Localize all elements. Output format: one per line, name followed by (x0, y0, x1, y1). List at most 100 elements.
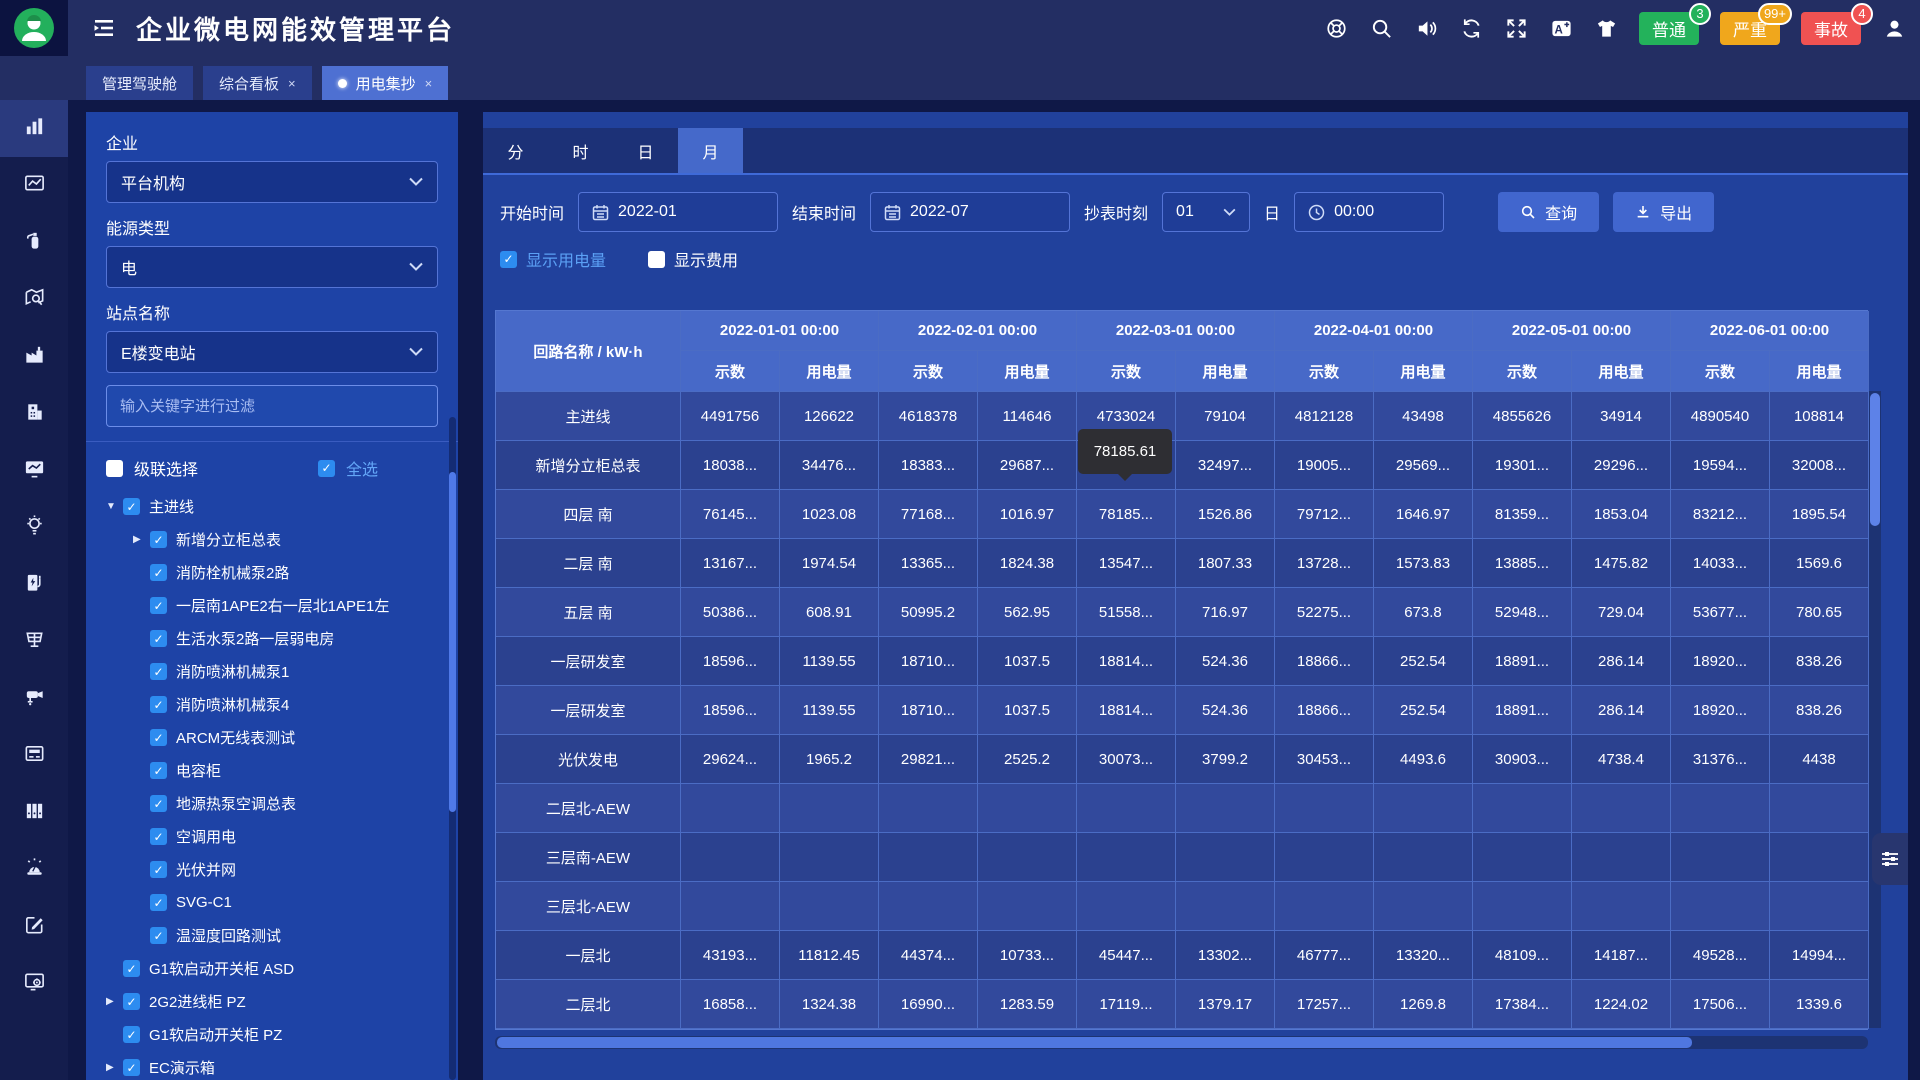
table-cell-value[interactable]: 81359... (1473, 490, 1572, 539)
tree-item[interactable]: 温湿度回路测试 (106, 919, 438, 952)
table-cell-value[interactable]: 18383... (879, 441, 978, 490)
table-cell-value[interactable]: 30903... (1473, 735, 1572, 784)
tree-item[interactable]: 消防喷淋机械泵4 (106, 688, 438, 721)
tree-expand-arrow-icon[interactable] (106, 1062, 123, 1073)
table-row-name[interactable]: 二层北-AEW (496, 784, 681, 833)
table-row-name[interactable]: 光伏发电 (496, 735, 681, 784)
table-cell-value[interactable]: 108814 (1770, 392, 1869, 441)
table-cell-value[interactable] (780, 784, 879, 833)
table-cell-value[interactable]: 18920... (1671, 637, 1770, 686)
table-cell-value[interactable]: 76145... (681, 490, 780, 539)
table-cell-value[interactable] (1374, 784, 1473, 833)
table-cell-value[interactable]: 1224.02 (1572, 980, 1671, 1029)
tree-item[interactable]: 空调用电 (106, 820, 438, 853)
tree-item[interactable]: 光伏并网 (106, 853, 438, 886)
table-cell-value[interactable]: 524.36 (1176, 686, 1275, 735)
table-cell-value[interactable]: 1283.59 (978, 980, 1077, 1029)
table-cell-value[interactable]: 13167... (681, 539, 780, 588)
table-cell-value[interactable]: 29569... (1374, 441, 1473, 490)
table-cell-value[interactable]: 13547... (1077, 539, 1176, 588)
select-all-checkbox[interactable] (318, 460, 335, 477)
table-cell-value[interactable]: 13365... (879, 539, 978, 588)
table-cell-value[interactable]: 2525.2 (978, 735, 1077, 784)
start-date-input[interactable]: 2022-01 (578, 192, 778, 232)
table-cell-value[interactable]: 4812128 (1275, 392, 1374, 441)
tree-expand-arrow-icon[interactable] (133, 534, 150, 545)
table-cell-value[interactable]: 1824.38 (978, 539, 1077, 588)
tree-item[interactable]: ARCM无线表测试 (106, 721, 438, 754)
tree-item[interactable]: 消防栓机械泵2路 (106, 556, 438, 589)
table-cell-value[interactable] (1770, 833, 1869, 882)
tree-expand-arrow-icon[interactable] (106, 996, 123, 1007)
table-cell-value[interactable]: 51558... (1077, 588, 1176, 637)
table-cell-value[interactable]: 13728... (1275, 539, 1374, 588)
table-cell-value[interactable]: 29296... (1572, 441, 1671, 490)
table-cell-value[interactable] (1572, 882, 1671, 931)
table-cell-value[interactable]: 252.54 (1374, 637, 1473, 686)
tree-item[interactable]: 生活水泵2路一层弱电房 (106, 622, 438, 655)
table-cell-value[interactable]: 19005... (1275, 441, 1374, 490)
table-cell-value[interactable]: 19594... (1671, 441, 1770, 490)
tree-item[interactable]: 一层南1APE2右一层北1APE1左 (106, 589, 438, 622)
table-cell-value[interactable]: 18710... (879, 637, 978, 686)
table-cell-value[interactable]: 780.65 (1770, 588, 1869, 637)
table-cell-value[interactable] (1176, 833, 1275, 882)
table-cell-value[interactable]: 17384... (1473, 980, 1572, 1029)
alarm-severe-badge[interactable]: 严重 99+ (1720, 12, 1780, 45)
table-cell-value[interactable]: 1965.2 (780, 735, 879, 784)
table-cell-value[interactable] (1275, 882, 1374, 931)
table-cell-value[interactable]: 673.8 (1374, 588, 1473, 637)
table-cell-value[interactable] (879, 882, 978, 931)
table-cell-value[interactable]: 32497... (1176, 441, 1275, 490)
table-cell-value[interactable]: 716.97 (1176, 588, 1275, 637)
sidebar-item-map-search[interactable] (0, 271, 68, 328)
table-cell-value[interactable]: 43498 (1374, 392, 1473, 441)
table-cell-value[interactable]: 729.04 (1572, 588, 1671, 637)
workspace-tab[interactable]: 综合看板 × (203, 66, 312, 100)
table-cell-value[interactable]: 78185... (1077, 490, 1176, 539)
tree-item-checkbox[interactable] (150, 762, 167, 779)
cascade-checkbox[interactable] (106, 460, 123, 477)
tree-item[interactable]: 2G2进线柜 PZ (106, 985, 438, 1018)
table-cell-value[interactable]: 524.36 (1176, 637, 1275, 686)
tree-item-checkbox[interactable] (150, 828, 167, 845)
table-cell-value[interactable] (1176, 882, 1275, 931)
tree-item-checkbox[interactable] (123, 993, 140, 1010)
table-cell-value[interactable]: 4618378 (879, 392, 978, 441)
tree-item-checkbox[interactable] (150, 531, 167, 548)
table-cell-value[interactable]: 1269.8 (1374, 980, 1473, 1029)
tree-item[interactable]: 主进线 (106, 490, 438, 523)
sidebar-item-line-chart-board[interactable] (0, 157, 68, 214)
table-cell-value[interactable]: 17506... (1671, 980, 1770, 1029)
table-cell-value[interactable]: 562.95 (978, 588, 1077, 637)
granularity-tab[interactable]: 月 (678, 128, 743, 173)
table-cell-value[interactable] (1671, 882, 1770, 931)
table-cell-value[interactable] (1374, 833, 1473, 882)
table-cell-value[interactable]: 14033... (1671, 539, 1770, 588)
table-cell-value[interactable] (1671, 833, 1770, 882)
station-select[interactable]: E楼变电站 (106, 331, 438, 373)
table-cell-value[interactable]: 286.14 (1572, 637, 1671, 686)
table-cell-value[interactable] (879, 833, 978, 882)
table-cell-value[interactable]: 1646.97 (1374, 490, 1473, 539)
granularity-tab[interactable]: 时 (548, 128, 613, 173)
tree-item-checkbox[interactable] (150, 861, 167, 878)
volume-icon[interactable] (1414, 16, 1438, 40)
table-cell-value[interactable] (1275, 833, 1374, 882)
table-cell-value[interactable] (1473, 833, 1572, 882)
shirt-theme-icon[interactable] (1594, 16, 1618, 40)
table-cell-value[interactable] (1473, 784, 1572, 833)
table-row-name[interactable]: 二层 南 (496, 539, 681, 588)
table-row-name[interactable]: 三层北-AEW (496, 882, 681, 931)
table-cell-value[interactable] (1077, 882, 1176, 931)
table-cell-value[interactable]: 286.14 (1572, 686, 1671, 735)
table-cell-value[interactable]: 83212... (1671, 490, 1770, 539)
table-row-name[interactable]: 二层北 (496, 980, 681, 1029)
table-cell-value[interactable] (1671, 784, 1770, 833)
table-cell-value[interactable]: 18814... (1077, 637, 1176, 686)
sidebar-item-meter-card[interactable] (0, 727, 68, 784)
table-cell-value[interactable] (1275, 784, 1374, 833)
table-cell-value[interactable] (1077, 833, 1176, 882)
table-cell-value[interactable]: 32008... (1770, 441, 1869, 490)
table-cell-value[interactable]: 1895.54 (1770, 490, 1869, 539)
